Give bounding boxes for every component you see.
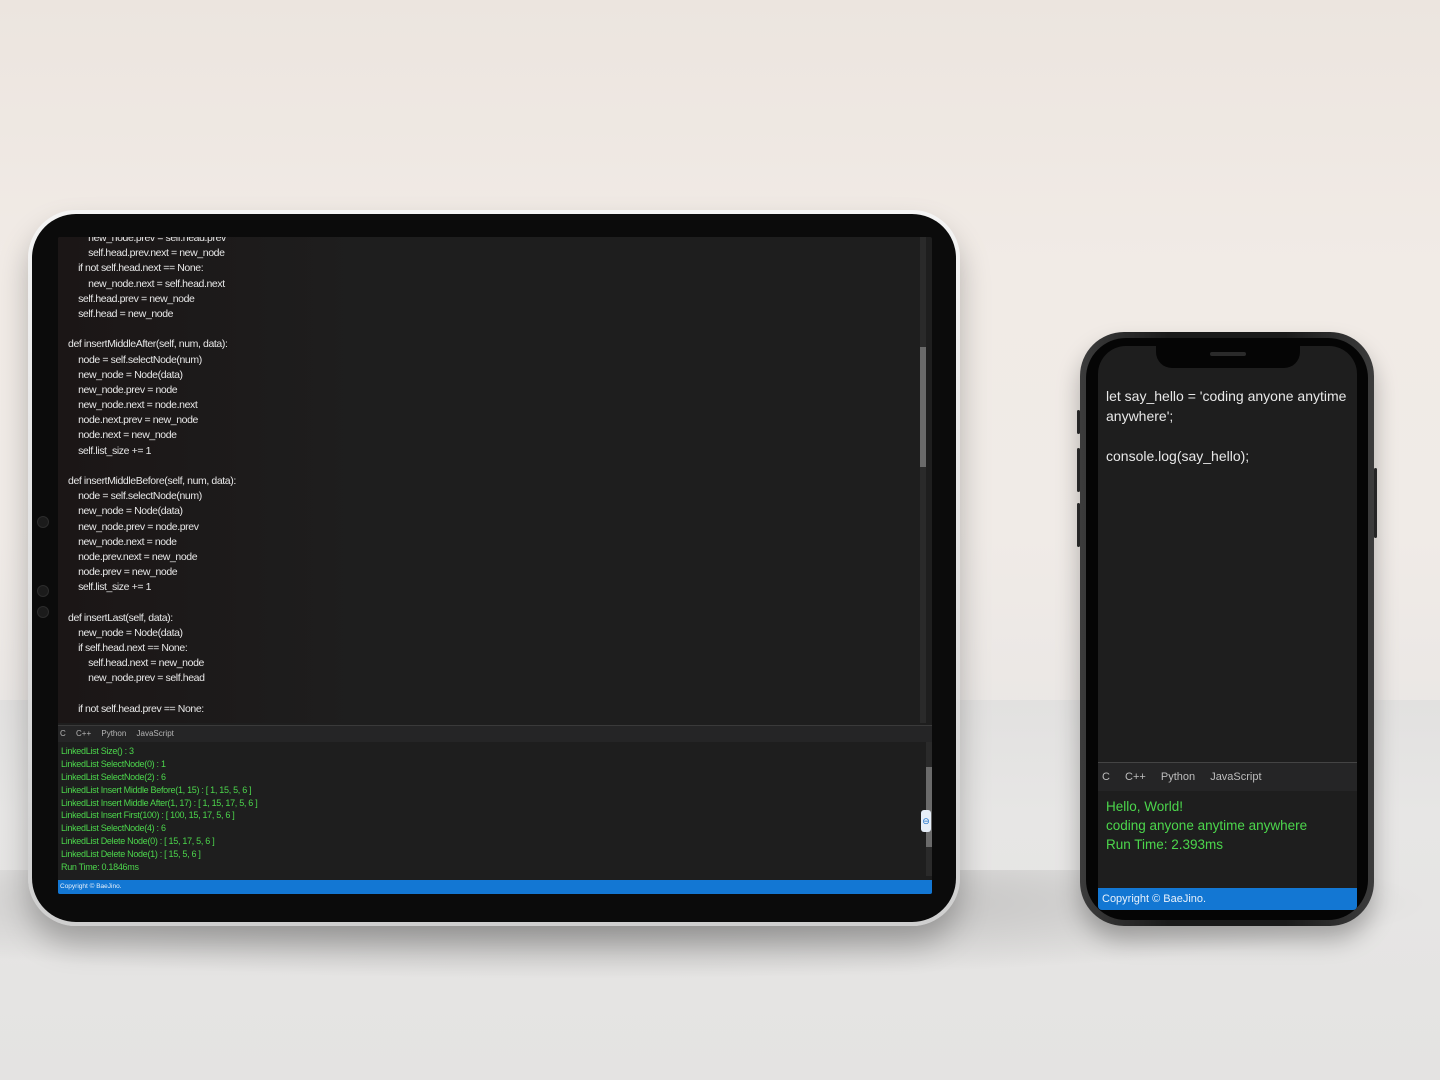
- tablet-screen: new_node.prev = self.head.prev self.head…: [58, 237, 932, 894]
- tab-cpp[interactable]: C++: [76, 729, 91, 738]
- output-line: LinkedList SelectNode(0) : 1: [61, 758, 166, 769]
- tablet-camera-dot: [37, 516, 49, 528]
- code-line: new_node = Node(data): [68, 368, 183, 381]
- tablet-output-scrollbar[interactable]: [926, 742, 932, 876]
- code-line: new_node = Node(data): [68, 505, 183, 518]
- tablet-sensor-dot: [37, 606, 49, 618]
- code-line: self.list_size += 1: [68, 444, 152, 457]
- code-line: let say_hello = 'coding anyone anytime a…: [1106, 388, 1347, 424]
- code-line: new_node.prev = self.head.prev: [68, 237, 226, 244]
- code-line: new_node = Node(data): [68, 626, 183, 639]
- phone-footer: Copyright © BaeJino.: [1098, 888, 1357, 910]
- phone-power-button: [1374, 468, 1377, 538]
- extension-badge-icon[interactable]: ⊖: [921, 810, 931, 832]
- code-line: new_node.prev = self.head: [68, 672, 205, 685]
- tablet-editor-scroll-thumb[interactable]: [920, 347, 926, 467]
- output-line: coding anyone anytime anywhere: [1106, 818, 1308, 833]
- code-line: self.list_size += 1: [68, 581, 152, 594]
- phone-code-editor[interactable]: let say_hello = 'coding anyone anytime a…: [1106, 386, 1356, 466]
- code-line: def insertMiddleAfter(self, num, data):: [68, 338, 228, 351]
- output-line: LinkedList Insert First(100) : [ 100, 15…: [61, 810, 235, 821]
- code-line: new_node.next = self.head.next: [68, 277, 225, 290]
- code-line: def insertLast(self, data):: [68, 611, 173, 624]
- tablet-language-tabs: C C++ Python JavaScript: [58, 725, 932, 742]
- tab-c[interactable]: C: [1102, 771, 1110, 783]
- output-line: LinkedList Delete Node(0) : [ 15, 17, 5,…: [61, 836, 215, 847]
- phone-notch: [1156, 346, 1300, 368]
- output-line: LinkedList SelectNode(4) : 6: [61, 823, 166, 834]
- tab-python[interactable]: Python: [101, 729, 126, 738]
- output-line: LinkedList SelectNode(2) : 6: [61, 771, 166, 782]
- code-line: self.head.prev.next = new_node: [68, 247, 225, 260]
- code-line: node = self.selectNode(num): [68, 490, 202, 503]
- code-line: new_node.next = node: [68, 535, 177, 548]
- output-line: LinkedList Insert Middle After(1, 17) : …: [61, 797, 258, 808]
- code-line: node.prev = new_node: [68, 566, 178, 579]
- output-line: Run Time: 0.1846ms: [61, 862, 139, 873]
- phone-speaker: [1210, 352, 1246, 356]
- code-line: self.head.next = new_node: [68, 657, 204, 670]
- code-line: if not self.head.prev == None:: [68, 702, 204, 715]
- output-line: LinkedList Size() : 3: [61, 746, 134, 756]
- output-line: Hello, World!: [1106, 799, 1184, 814]
- tab-c[interactable]: C: [60, 729, 66, 738]
- tab-javascript[interactable]: JavaScript: [1210, 771, 1261, 783]
- tablet-output-lines: LinkedList Size() : 3 LinkedList SelectNo…: [61, 745, 258, 874]
- tablet-code-editor[interactable]: new_node.prev = self.head.prev self.head…: [58, 237, 926, 723]
- phone-language-tabs: C C++ Python JavaScript: [1098, 762, 1357, 791]
- code-line: console.log(say_hello);: [1106, 448, 1250, 464]
- code-line: node = self.selectNode(num): [68, 353, 202, 366]
- code-line: node.prev.next = new_node: [68, 550, 198, 563]
- tablet-sensor-dot: [37, 585, 49, 597]
- code-line: self.head = new_node: [68, 307, 174, 320]
- code-line: node.next = new_node: [68, 429, 177, 442]
- tablet-output-panel: LinkedList Size() : 3 LinkedList SelectNo…: [58, 742, 926, 876]
- phone-screen: let say_hello = 'coding anyone anytime a…: [1098, 346, 1357, 910]
- code-line: new_node.prev = node: [68, 383, 178, 396]
- tab-cpp[interactable]: C++: [1125, 771, 1146, 783]
- output-line: LinkedList Delete Node(1) : [ 15, 5, 6 ]: [61, 849, 201, 860]
- output-line: LinkedList Insert Middle Before(1, 15) :…: [61, 784, 252, 795]
- code-line: node.next.prev = new_node: [68, 414, 198, 427]
- tablet-output-scroll-thumb[interactable]: [926, 767, 932, 847]
- tablet-editor-scrollbar[interactable]: [920, 237, 926, 723]
- tab-javascript[interactable]: JavaScript: [137, 729, 174, 738]
- code-line: new_node.prev = node.prev: [68, 520, 199, 533]
- tab-python[interactable]: Python: [1161, 771, 1195, 783]
- code-line: if self.head.next == None:: [68, 642, 188, 655]
- code-line: new_node.next = node.next: [68, 399, 198, 412]
- tablet-footer: Copyright © BaeJino.: [58, 880, 932, 894]
- code-line: def insertMiddleBefore(self, num, data):: [68, 475, 236, 487]
- output-line: Run Time: 2.393ms: [1106, 837, 1224, 852]
- tablet-code-lines: new_node.prev = self.head.prev self.head…: [68, 237, 236, 717]
- code-line: self.head.prev = new_node: [68, 292, 195, 305]
- phone-output-panel: Hello, World! coding anyone anytime anywh…: [1106, 797, 1307, 854]
- code-line: if not self.head.next == None:: [68, 262, 204, 275]
